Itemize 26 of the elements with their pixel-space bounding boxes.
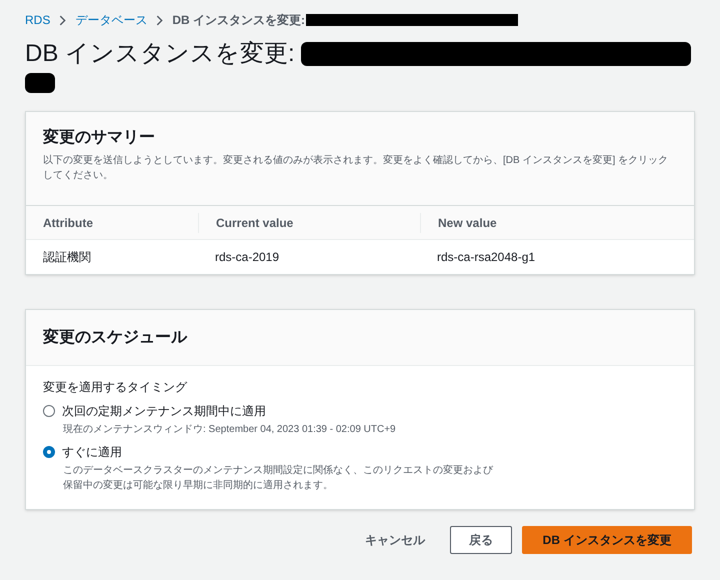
panel-title: 変更のサマリー — [43, 127, 156, 148]
column-header: Current value — [216, 214, 294, 232]
radio-label[interactable]: すぐに適用 — [62, 443, 122, 461]
panel-description: 以下の変更を送信しようとしています。変更される値のみが表示されます。変更をよく確認してから、[DB インスタンスを変更] をクリックしてください。 — [43, 154, 670, 183]
chevron-right-icon — [156, 14, 164, 26]
option-description: このデータベースクラスターのメンテナンス期間設定に関係なく、このリクエストの変更および保留中の変更は可能な限り早期に非同期的に適用されます。 — [63, 464, 494, 493]
radio-label[interactable]: 次回の定期メンテナンス期間中に適用 — [62, 402, 266, 420]
table-cell: rds-ca-2019 — [215, 250, 280, 264]
radio-button[interactable] — [43, 446, 55, 458]
radio-button[interactable] — [43, 405, 55, 417]
submit-button[interactable]: DB インスタンスを変更 — [522, 526, 692, 554]
option-description: 現在のメンテナンスウィンドウ: September 04, 2023 01:39 - 02:09 UTC+9 — [63, 423, 397, 437]
table-cell: 認証機関 — [43, 250, 91, 264]
table-cell: rds-ca-rsa2048-g1 — [437, 250, 536, 264]
panel-title: 変更のスケジュール — [43, 327, 187, 348]
breadcrumb-current: DB インスタンスを変更: — [172, 12, 306, 29]
breadcrumb-link[interactable]: RDS — [25, 11, 50, 29]
redaction-bar — [25, 73, 55, 93]
cancel-link[interactable]: キャンセル — [350, 526, 440, 554]
back-button[interactable]: 戻る — [450, 526, 512, 554]
field-label: 変更を適用するタイミング — [43, 379, 188, 396]
chevron-right-icon — [59, 14, 66, 26]
breadcrumb-link[interactable]: データベース — [75, 11, 148, 29]
column-header: New value — [438, 214, 497, 232]
column-header: Attribute — [43, 214, 93, 232]
page-title: DB インスタンスを変更: — [25, 39, 295, 69]
